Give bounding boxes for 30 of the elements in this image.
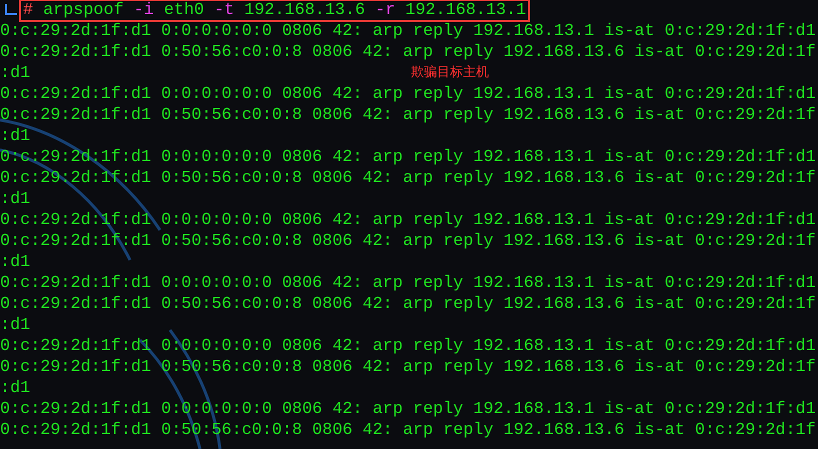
output-line: :d1 [0,190,30,209]
output-line: :d1 [0,253,30,272]
output-line: :d1 [0,64,30,83]
output-line: :d1 [0,316,30,335]
output-line: 0:c:29:2d:1f:d1 0:50:56:c0:0:8 0806 42: arp reply 192.168.13.6 is-at 0:c:29:2d:1f [0,295,816,314]
output-line: 0:c:29:2d:1f:d1 0:0:0:0:0:0 0806 42: arp reply 192.168.13.1 is-at 0:c:29:2d:1f:d1 [0,337,816,356]
output-line: 0:c:29:2d:1f:d1 0:0:0:0:0:0 0806 42: arp reply 192.168.13.1 is-at 0:c:29:2d:1f:d1 [0,22,816,41]
output-line: 0:c:29:2d:1f:d1 0:0:0:0:0:0 0806 42: arp reply 192.168.13.1 is-at 0:c:29:2d:1f:d1 [0,148,816,167]
output-line: 0:c:29:2d:1f:d1 0:50:56:c0:0:8 0806 42: arp reply 192.168.13.6 is-at 0:c:29:2d:1f [0,169,816,188]
command-name: arpspoof [43,0,124,21]
command-option: -i [134,0,154,21]
command-argument: 192.168.13.6 [244,0,366,21]
output-line: :d1 [0,127,30,146]
output-line: 0:c:29:2d:1f:d1 0:0:0:0:0:0 0806 42: arp reply 192.168.13.1 is-at 0:c:29:2d:1f:d1 [0,211,816,230]
output-line: 0:c:29:2d:1f:d1 0:0:0:0:0:0 0806 42: arp reply 192.168.13.1 is-at 0:c:29:2d:1f:d1 [0,85,816,104]
output-line: 0:c:29:2d:1f:d1 0:50:56:c0:0:8 0806 42: arp reply 192.168.13.6 is-at 0:c:29:2d:1f [0,358,816,377]
output-line: 0:c:29:2d:1f:d1 0:0:0:0:0:0 0806 42: arp reply 192.168.13.1 is-at 0:c:29:2d:1f:d1 [0,274,816,293]
output-line: 0:c:29:2d:1f:d1 0:50:56:c0:0:8 0806 42: arp reply 192.168.13.6 is-at 0:c:29:2d:1f [0,106,816,125]
prompt-symbol: # [23,0,34,21]
annotation-label: 欺骗目标主机 [411,65,489,81]
output-line: 0:c:29:2d:1f:d1 0:50:56:c0:0:8 0806 42: arp reply 192.168.13.6 is-at 0:c:29:2d:1f [0,43,816,62]
output-line: 0:c:29:2d:1f:d1 0:0:0:0:0:0 0806 42: arp reply 192.168.13.1 is-at 0:c:29:2d:1f:d1 [0,400,816,419]
output-line: :d1 [0,379,30,398]
output-line: 0:c:29:2d:1f:d1 0:50:56:c0:0:8 0806 42: arp reply 192.168.13.6 is-at 0:c:29:2d:1f [0,421,816,440]
output-line: 0:c:29:2d:1f:d1 0:50:56:c0:0:8 0806 42: arp reply 192.168.13.6 is-at 0:c:29:2d:1f [0,232,816,251]
command-option: -r [375,0,396,21]
command-option: -t [214,0,234,21]
command-argument: eth0 [164,0,204,21]
prompt-corner-icon [5,4,17,18]
command-argument: 192.168.13.1 [405,0,526,21]
